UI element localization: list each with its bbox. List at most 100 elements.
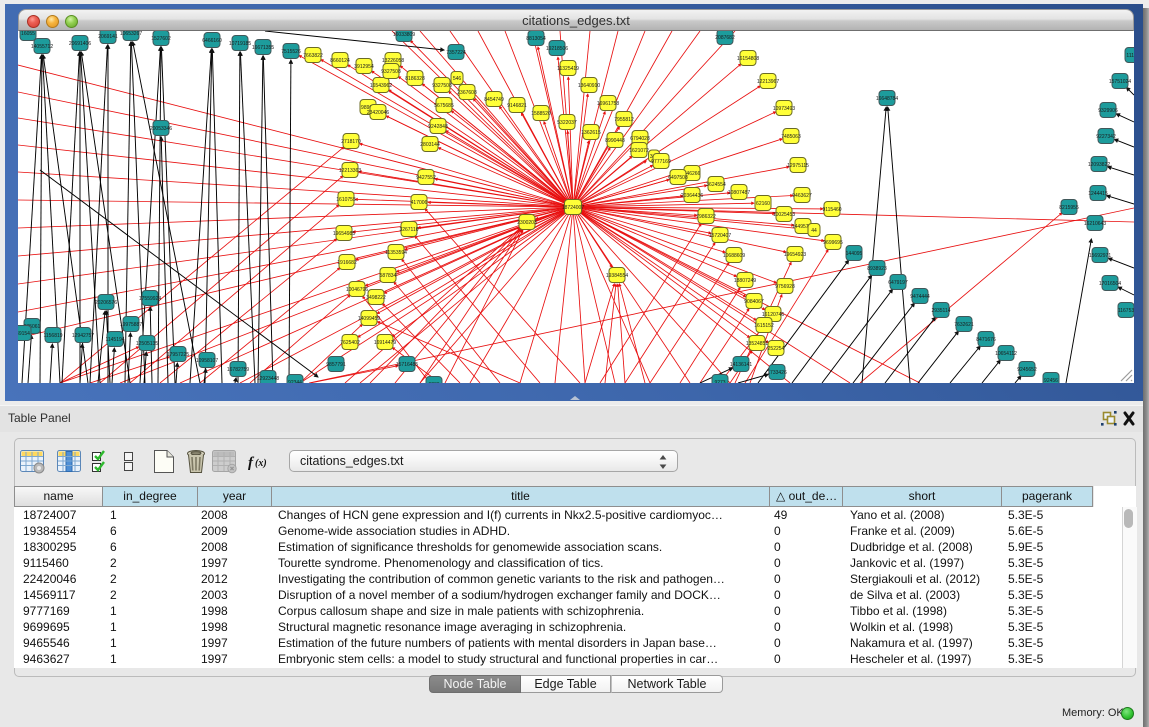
svg-text:587834: 587834 xyxy=(380,273,397,279)
svg-text:10719185: 10719185 xyxy=(229,41,251,47)
svg-text:16671355: 16671355 xyxy=(252,45,274,51)
svg-text:10688609: 10688609 xyxy=(723,253,745,259)
svg-text:2087682: 2087682 xyxy=(715,35,735,41)
svg-text:9227342: 9227342 xyxy=(1096,134,1116,140)
svg-text:1362615: 1362615 xyxy=(581,130,601,136)
svg-text:12093822: 12093822 xyxy=(1088,162,1110,168)
svg-text:10807487: 10807487 xyxy=(728,190,750,196)
svg-text:3624554: 3624554 xyxy=(706,182,726,188)
svg-text:9115460: 9115460 xyxy=(822,207,841,213)
svg-text:17016504: 17016504 xyxy=(1099,281,1121,287)
svg-text:9236: 9236 xyxy=(428,382,439,383)
svg-text:1527602: 1527602 xyxy=(151,36,171,42)
svg-text:39154: 39154 xyxy=(18,331,30,337)
svg-text:9242848: 9242848 xyxy=(428,124,448,130)
svg-text:8454749: 8454749 xyxy=(484,97,504,103)
svg-text:19654985: 19654985 xyxy=(333,231,355,237)
svg-text:13640910: 13640910 xyxy=(578,83,600,89)
svg-text:2069141: 2069141 xyxy=(98,34,118,40)
svg-text:9756928: 9756928 xyxy=(775,284,795,290)
svg-text:9777169: 9777169 xyxy=(651,159,671,165)
svg-text:18807249: 18807249 xyxy=(734,278,756,284)
svg-text:6479197: 6479197 xyxy=(888,280,908,286)
svg-text:92456: 92456 xyxy=(1044,378,1058,383)
svg-text:9857791: 9857791 xyxy=(326,362,346,368)
svg-text:1615152: 1615152 xyxy=(754,323,774,329)
svg-text:15716485: 15716485 xyxy=(396,362,418,368)
svg-text:13524851: 13524851 xyxy=(746,341,768,347)
svg-text:92344: 92344 xyxy=(288,380,302,383)
svg-text:417006: 417006 xyxy=(411,200,428,206)
svg-text:12505135: 12505135 xyxy=(136,341,158,347)
svg-text:44: 44 xyxy=(811,228,817,234)
svg-text:f: f xyxy=(248,455,255,471)
svg-text:2300203: 2300203 xyxy=(517,220,537,226)
svg-text:8813054: 8813054 xyxy=(526,36,546,42)
svg-text:23420046: 23420046 xyxy=(367,110,389,116)
svg-text:12975115: 12975115 xyxy=(787,163,809,169)
svg-text:16914479: 16914479 xyxy=(374,340,396,346)
svg-text:(x): (x) xyxy=(255,458,267,469)
svg-text:10046796: 10046796 xyxy=(346,287,368,293)
svg-text:3498222: 3498222 xyxy=(366,295,386,301)
svg-text:12942757: 12942757 xyxy=(72,333,94,339)
svg-text:11353594: 11353594 xyxy=(385,250,407,256)
svg-text:7632621: 7632621 xyxy=(954,322,974,328)
svg-text:5675685: 5675685 xyxy=(434,103,454,109)
svg-text:19975887: 19975887 xyxy=(120,322,142,328)
svg-text:16033809: 16033809 xyxy=(393,32,415,38)
svg-text:11173: 11173 xyxy=(1126,53,1134,59)
svg-text:9329906: 9329906 xyxy=(1098,108,1118,114)
svg-text:9084067: 9084067 xyxy=(744,299,764,305)
svg-text:2935114: 2935114 xyxy=(931,308,950,314)
svg-text:9273: 9273 xyxy=(714,380,725,383)
svg-text:15692971: 15692971 xyxy=(1089,253,1111,259)
svg-text:1588520: 1588520 xyxy=(531,111,551,117)
svg-text:20053346: 20053346 xyxy=(150,126,172,132)
svg-text:7955812: 7955812 xyxy=(614,117,634,123)
svg-text:10025453: 10025453 xyxy=(773,212,795,218)
svg-text:12213967: 12213967 xyxy=(757,79,779,85)
svg-text:2367608: 2367608 xyxy=(457,90,477,96)
svg-text:9327508: 9327508 xyxy=(381,69,401,75)
svg-text:7663822: 7663822 xyxy=(303,53,323,59)
svg-text:16648784: 16648784 xyxy=(876,96,898,102)
svg-text:546: 546 xyxy=(453,76,462,82)
svg-text:18724007: 18724007 xyxy=(562,205,584,211)
svg-text:16210643: 16210643 xyxy=(1084,221,1106,227)
svg-text:2803144: 2803144 xyxy=(420,142,440,148)
svg-text:6497508: 6497508 xyxy=(668,175,688,181)
svg-text:9463627: 9463627 xyxy=(792,193,812,199)
svg-text:6794028: 6794028 xyxy=(630,136,650,142)
svg-text:2718170: 2718170 xyxy=(341,139,361,145)
svg-text:9327508: 9327508 xyxy=(432,83,452,89)
svg-text:8186328: 8186328 xyxy=(405,76,425,82)
svg-text:7515526: 7515526 xyxy=(281,49,301,55)
svg-text:9427552: 9427552 xyxy=(416,175,436,181)
svg-text:20206576: 20206576 xyxy=(95,300,117,306)
svg-text:8990448: 8990448 xyxy=(605,138,625,144)
svg-text:8938923: 8938923 xyxy=(867,266,887,272)
svg-text:144095: 144095 xyxy=(846,251,863,257)
svg-text:7485063: 7485063 xyxy=(781,134,801,140)
svg-text:15720407: 15720407 xyxy=(709,233,731,239)
svg-text:20364436: 20364436 xyxy=(681,193,703,199)
svg-text:1916682: 1916682 xyxy=(337,260,357,266)
svg-text:17559924: 17559924 xyxy=(139,296,161,302)
svg-text:16120746: 16120746 xyxy=(762,312,784,318)
svg-text:15751024: 15751024 xyxy=(1109,79,1131,85)
svg-text:1244415: 1244415 xyxy=(1088,191,1108,197)
svg-text:7625402: 7625402 xyxy=(340,340,360,346)
svg-text:9699695: 9699695 xyxy=(823,240,843,246)
svg-text:8215955: 8215955 xyxy=(1059,205,1079,211)
svg-text:17957225: 17957225 xyxy=(167,352,189,358)
svg-text:8660124: 8660124 xyxy=(330,58,350,64)
svg-text:9474444: 9474444 xyxy=(910,294,930,300)
svg-text:6466160: 6466160 xyxy=(202,38,222,44)
svg-text:16543962: 16543962 xyxy=(370,83,392,89)
svg-text:1145194: 1145194 xyxy=(105,337,124,343)
svg-text:1156819: 1156819 xyxy=(43,333,62,339)
svg-text:16782759: 16782759 xyxy=(227,367,249,373)
svg-text:16154808: 16154808 xyxy=(737,56,759,62)
svg-text:10973493: 10973493 xyxy=(773,106,795,112)
